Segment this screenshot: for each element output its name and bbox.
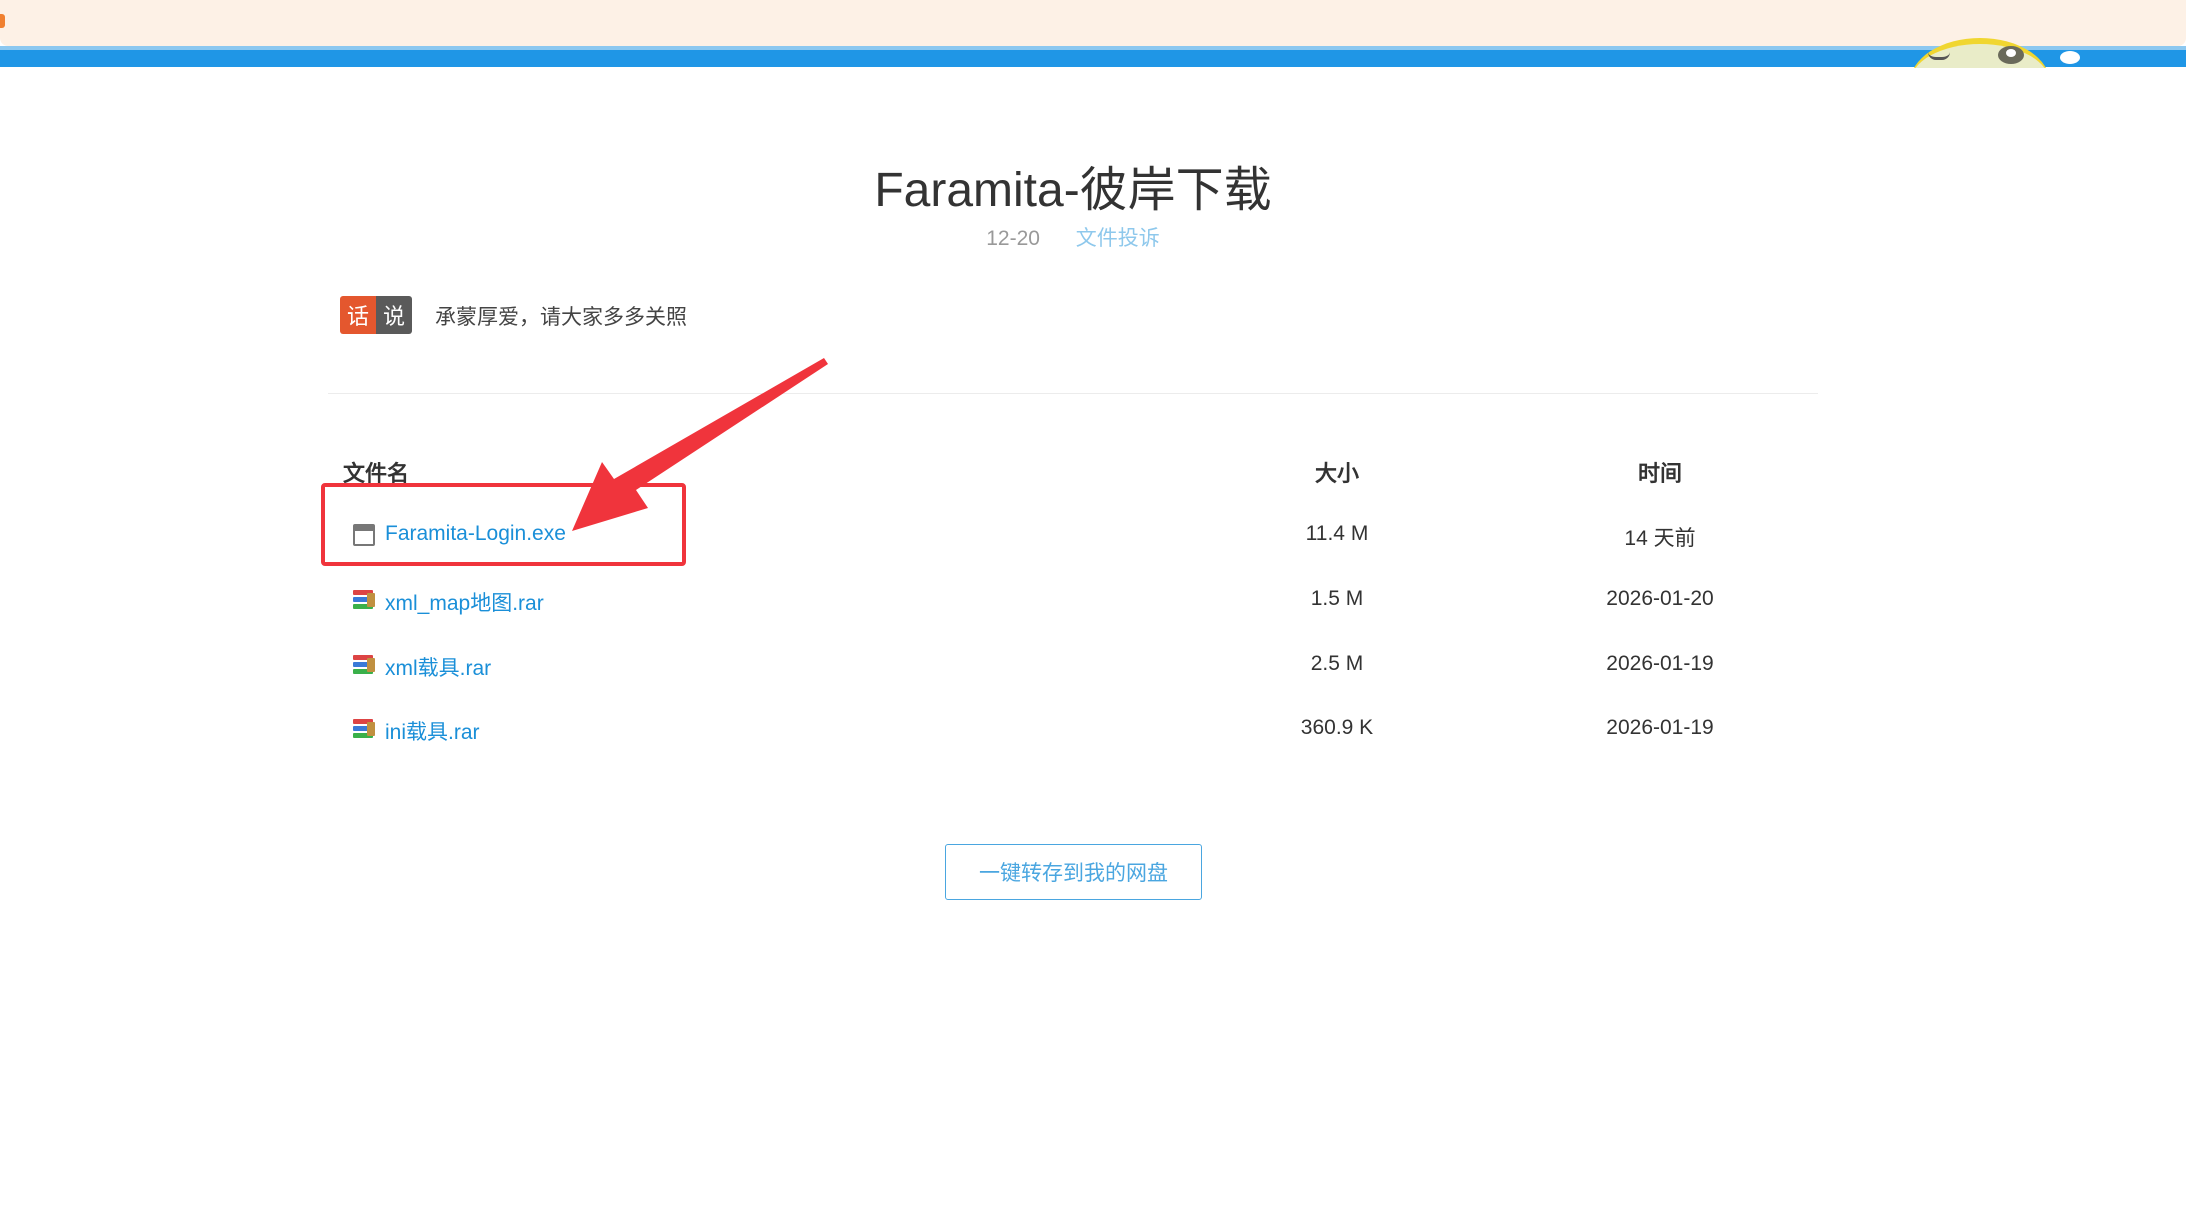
rar-archive-icon <box>353 589 375 611</box>
notice-badge: 话 说 <box>340 296 412 334</box>
file-size: 2.5 M <box>1310 652 1364 675</box>
page: Faramita-彼岸下载 12-20 文件投诉 话 说 承蒙厚爱，请大家多多关… <box>0 0 2186 1225</box>
share-meta: 12-20 文件投诉 <box>0 222 2146 252</box>
column-header-size: 大小 <box>1314 461 1359 486</box>
file-link[interactable]: xml_map地图.rar <box>385 587 544 617</box>
dot-decoration <box>2060 51 2080 64</box>
divider <box>328 393 1818 394</box>
rar-archive-icon <box>353 654 375 676</box>
report-link[interactable]: 文件投诉 <box>1076 227 1160 250</box>
top-banner <box>0 0 2186 46</box>
column-header-time: 时间 <box>1637 461 1682 486</box>
table-row: xml载具.rar 2.5 M 2026-01-19 <box>0 650 2186 690</box>
rar-archive-icon <box>353 718 375 740</box>
save-to-disk-button[interactable]: 一键转存到我的网盘 <box>945 844 1202 900</box>
table-row: xml_map地图.rar 1.5 M 2026-01-20 <box>0 585 2186 625</box>
file-size: 360.9 K <box>1300 716 1374 739</box>
badge-right: 说 <box>376 296 412 334</box>
page-title: Faramita-彼岸下载 <box>874 164 1272 217</box>
file-time: 2026-01-20 <box>1606 587 1714 610</box>
mascot-icon <box>1910 38 2050 68</box>
table-row: ini载具.rar 360.9 K 2026-01-19 <box>0 714 2186 754</box>
file-link[interactable]: xml载具.rar <box>385 652 491 682</box>
file-time: 2026-01-19 <box>1606 652 1714 675</box>
file-time: 14 天前 <box>1624 527 1696 550</box>
badge-left: 话 <box>340 296 376 334</box>
highlight-box <box>321 483 686 566</box>
file-size: 1.5 M <box>1310 587 1364 610</box>
file-link[interactable]: ini载具.rar <box>385 716 480 746</box>
header-bar <box>0 46 2186 67</box>
notice-text: 承蒙厚爱，请大家多多关照 <box>435 306 687 329</box>
share-date: 12-20 <box>986 227 1040 250</box>
file-size: 11.4 M <box>1305 522 1369 545</box>
banner-mark <box>0 14 5 28</box>
file-time: 2026-01-19 <box>1606 716 1714 739</box>
